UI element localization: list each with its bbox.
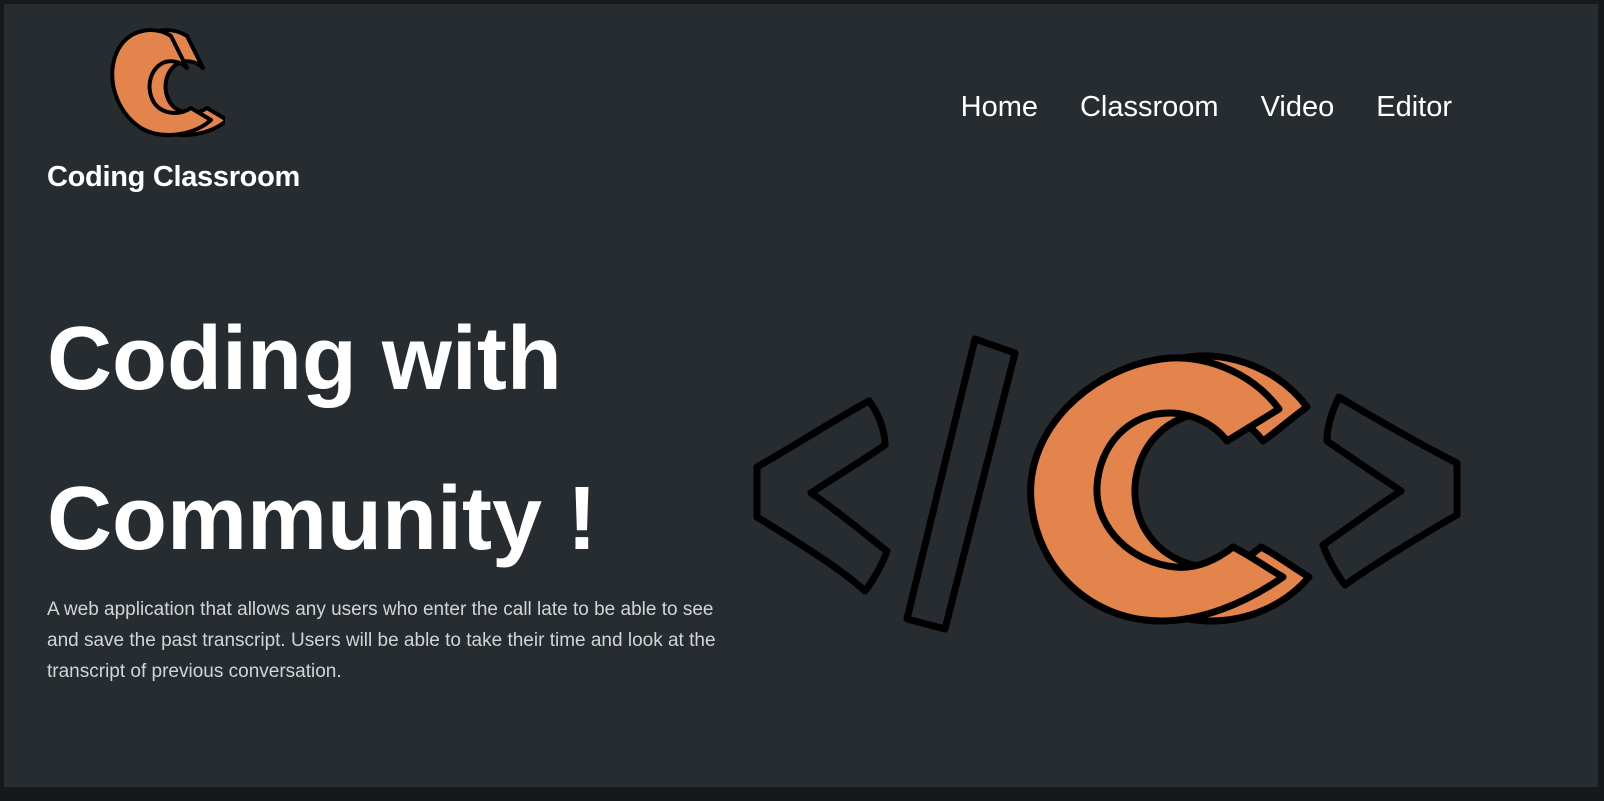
right-angle-bracket-icon bbox=[1319, 393, 1461, 589]
nav-home[interactable]: Home bbox=[961, 88, 1038, 126]
front-c-shape bbox=[1027, 354, 1287, 625]
hero-title: Coding with Community ! bbox=[47, 279, 747, 599]
code-brackets-cc-icon bbox=[753, 335, 1461, 633]
hero-title-line-1: Coding with bbox=[47, 309, 562, 409]
hero-description: A web application that allows any users … bbox=[47, 599, 716, 682]
main-nav: Home Classroom Video Editor bbox=[961, 88, 1452, 126]
nav-classroom[interactable]: Classroom bbox=[1080, 88, 1219, 126]
cc-logo-icon bbox=[110, 28, 225, 137]
slash-icon bbox=[903, 335, 1019, 633]
nav-video[interactable]: Video bbox=[1261, 88, 1335, 126]
page-frame: Coding Classroom Home Classroom Video Ed… bbox=[4, 4, 1598, 787]
left-angle-bracket-icon bbox=[753, 397, 891, 595]
hero-title-line-2: Community ! bbox=[47, 469, 597, 569]
brand[interactable]: Coding Classroom bbox=[47, 24, 347, 204]
nav-editor[interactable]: Editor bbox=[1376, 88, 1452, 126]
brand-name: Coding Classroom bbox=[47, 161, 300, 193]
